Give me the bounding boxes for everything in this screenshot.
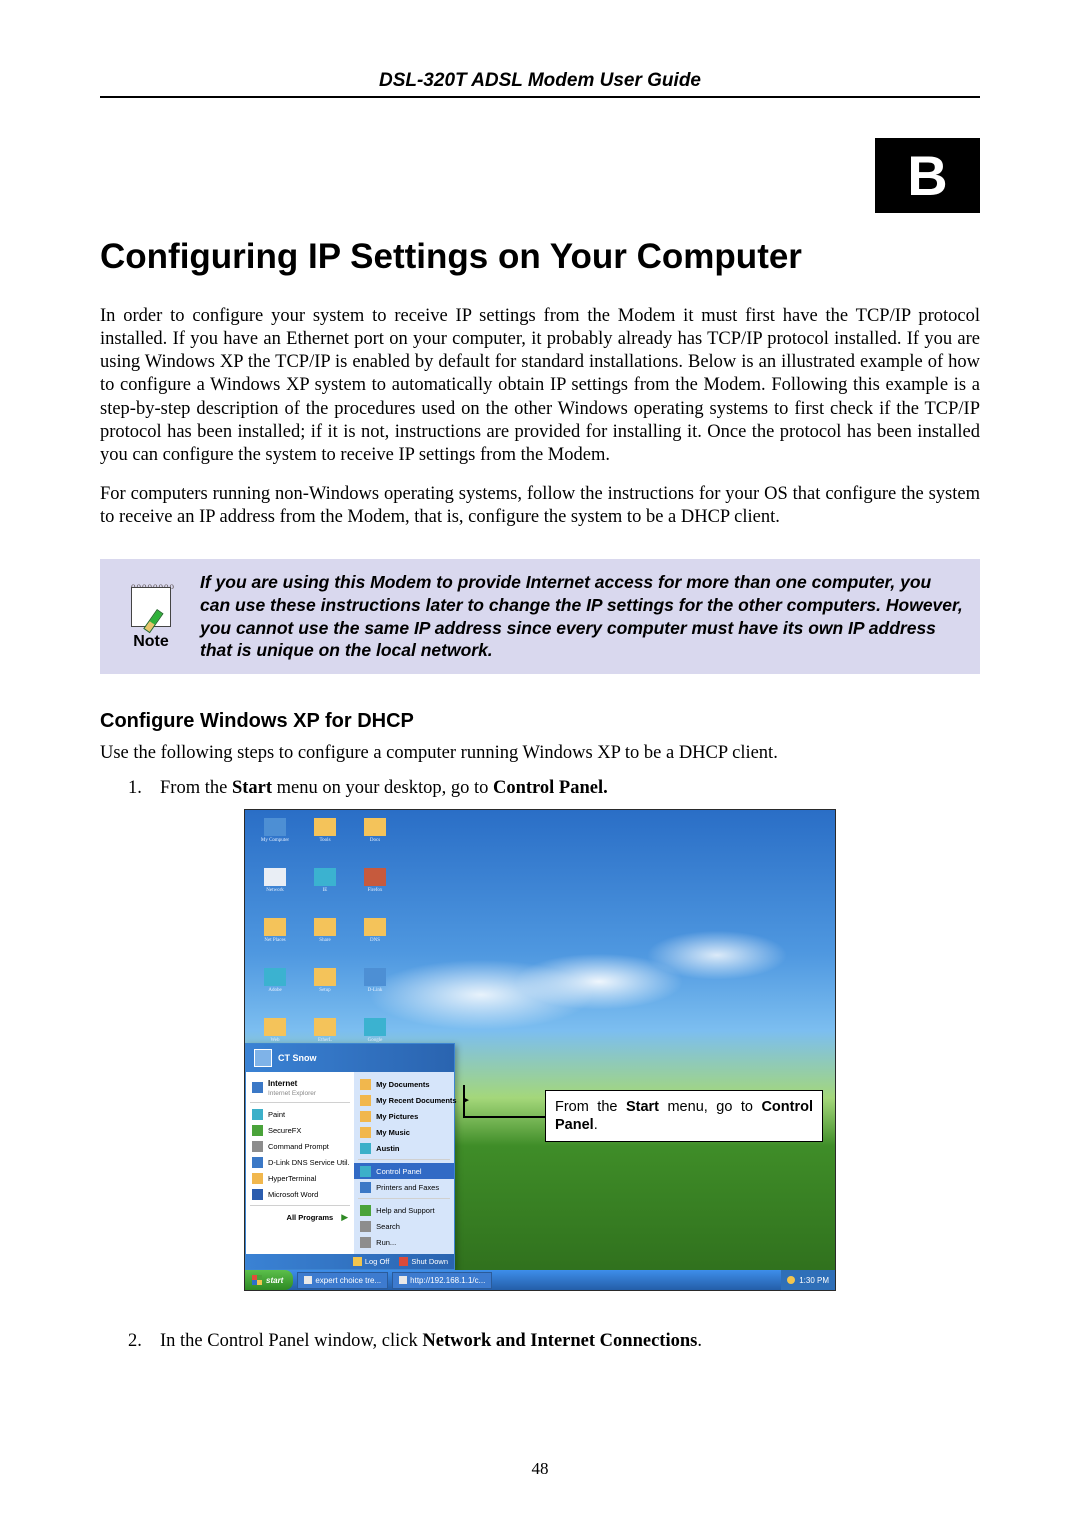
start-item-mymusic[interactable]: My Music — [354, 1124, 454, 1140]
callout-connector-icon — [463, 1085, 465, 1118]
taskbar-task[interactable]: expert choice tre... — [297, 1272, 388, 1289]
desktop-icon[interactable]: Setup — [303, 968, 347, 1012]
step-number: 2. — [100, 1331, 160, 1352]
start-menu-user: CT Snow — [278, 1053, 317, 1063]
desktop-icon[interactable]: DNS — [353, 918, 397, 962]
start-item-control-panel[interactable]: Control Panel — [354, 1163, 454, 1179]
instruction-callout: From the Start menu, go to Control Panel… — [545, 1090, 823, 1142]
desktop-icon[interactable]: My Computer — [253, 818, 297, 862]
start-item-paint[interactable]: Paint — [246, 1106, 354, 1122]
start-item-mydocs[interactable]: My Documents — [354, 1076, 454, 1092]
taskbar: start expert choice tre... http://192.16… — [245, 1270, 835, 1290]
desktop-icon[interactable]: Docs — [353, 818, 397, 862]
start-item-word[interactable]: Microsoft Word — [246, 1186, 354, 1202]
start-menu-footer: Log Off Shut Down — [246, 1254, 454, 1269]
start-item-run[interactable]: Run... — [354, 1234, 454, 1250]
user-avatar-icon — [254, 1049, 272, 1067]
step-1: 1. From the Start menu on your desktop, … — [100, 778, 980, 799]
start-item-printers[interactable]: Printers and Faxes — [354, 1179, 454, 1195]
step-text: In the Control Panel window, click Netwo… — [160, 1331, 980, 1352]
start-item-hyperterminal[interactable]: HyperTerminal — [246, 1170, 354, 1186]
start-menu: CT Snow InternetInternet Explorer Paint … — [245, 1043, 455, 1270]
start-item-help[interactable]: Help and Support — [354, 1202, 454, 1218]
doc-header-title: DSL-320T ADSL Modem User Guide — [100, 70, 980, 92]
start-menu-right-col: My Documents My Recent Documents▶ My Pic… — [354, 1072, 454, 1254]
shutdown-button[interactable]: Shut Down — [399, 1257, 448, 1266]
start-item-austin[interactable]: Austin — [354, 1140, 454, 1156]
step-text: From the Start menu on your desktop, go … — [160, 778, 980, 799]
note-callout: oooooooo Note If you are using this Mode… — [100, 559, 980, 674]
intro-paragraph-1: In order to configure your system to rec… — [100, 305, 980, 467]
start-menu-left-col: InternetInternet Explorer Paint SecureFX… — [246, 1072, 354, 1254]
note-text: If you are using this Modem to provide I… — [200, 571, 964, 662]
desktop-icon[interactable]: Share — [303, 918, 347, 962]
system-tray[interactable]: 1:30 PM — [781, 1270, 835, 1290]
start-menu-header: CT Snow — [246, 1044, 454, 1072]
start-item-securefx[interactable]: SecureFX — [246, 1122, 354, 1138]
step-2: 2. In the Control Panel window, click Ne… — [100, 1331, 980, 1352]
desktop-icon[interactable]: Firefox — [353, 868, 397, 912]
desktop-icon[interactable]: Tools — [303, 818, 347, 862]
page-title: Configuring IP Settings on Your Computer — [100, 237, 980, 277]
tray-clock: 1:30 PM — [799, 1276, 829, 1285]
desktop-icon[interactable]: Net Places — [253, 918, 297, 962]
sub-intro: Use the following steps to configure a c… — [100, 743, 980, 764]
desktop-icon[interactable]: Adobe — [253, 968, 297, 1012]
subheading: Configure Windows XP for DHCP — [100, 710, 980, 733]
desktop-icon[interactable]: Network — [253, 868, 297, 912]
start-item-cmd[interactable]: Command Prompt — [246, 1138, 354, 1154]
notepad-icon: oooooooo — [129, 583, 173, 629]
intro-paragraph-2: For computers running non-Windows operat… — [100, 483, 980, 529]
step-number: 1. — [100, 778, 160, 799]
logoff-button[interactable]: Log Off — [353, 1257, 389, 1266]
start-button[interactable]: start — [245, 1270, 293, 1290]
tray-icon[interactable] — [787, 1276, 795, 1284]
start-item-internet[interactable]: InternetInternet Explorer — [246, 1076, 354, 1099]
taskbar-task[interactable]: http://192.168.1.1/c... — [392, 1272, 492, 1289]
start-item-dlink-dns[interactable]: D-Link DNS Service Util. — [246, 1154, 354, 1170]
page-number: 48 — [0, 1459, 1080, 1479]
start-item-recent-docs[interactable]: My Recent Documents▶ — [354, 1092, 454, 1108]
note-label: Note — [133, 633, 169, 651]
appendix-letter-badge: B — [875, 138, 980, 213]
desktop-icon[interactable]: D-Link — [353, 968, 397, 1012]
start-item-all-programs[interactable]: All Programs▶ — [246, 1209, 354, 1225]
windows-xp-screenshot: My Computer Tools Docs Network IE Firefo… — [244, 809, 836, 1291]
header-rule — [100, 96, 980, 98]
start-item-search[interactable]: Search — [354, 1218, 454, 1234]
windows-logo-icon — [252, 1275, 262, 1285]
start-item-mypictures[interactable]: My Pictures — [354, 1108, 454, 1124]
desktop-icon[interactable]: IE — [303, 868, 347, 912]
